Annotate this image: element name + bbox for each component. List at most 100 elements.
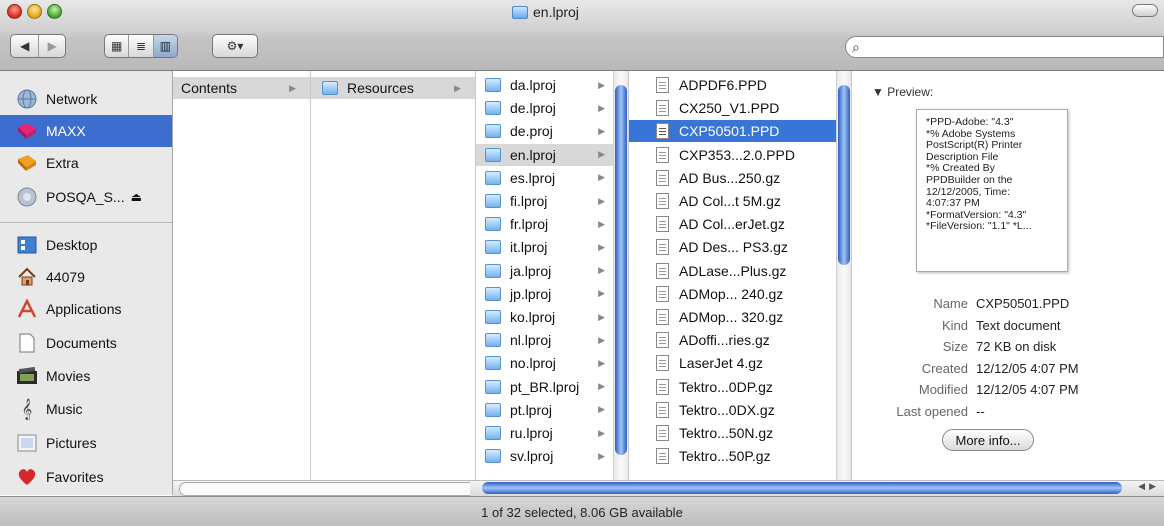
sidebar-item-desktop[interactable]: Desktop <box>0 229 172 261</box>
sidebar-item-music[interactable]: 𝄞 Music <box>0 393 172 425</box>
document-icon <box>653 309 671 326</box>
folder-row[interactable]: en.lproj ▶ <box>476 143 613 166</box>
sidebar-item-posqa[interactable]: POSQA_S... ⏏ <box>0 181 172 213</box>
view-mode-control: ▦ ≣ ▥ <box>104 34 178 58</box>
disclosure-arrow-icon: ▶ <box>598 218 605 229</box>
folder-row[interactable]: da.lproj ▶ <box>476 74 613 96</box>
file-row[interactable]: Tektro...50P.gz <box>629 445 836 467</box>
sidebar-divider <box>0 222 172 223</box>
eject-icon[interactable]: ⏏ <box>131 190 142 204</box>
info-row: Size 72 KB on disk <box>852 339 1164 361</box>
disclosure-arrow-icon: ▶ <box>598 334 605 345</box>
file-row[interactable]: ADMop... 240.gz <box>629 283 836 305</box>
sidebar-item-home[interactable]: 44079 <box>0 261 172 293</box>
sidebar-item-movies[interactable]: Movies <box>0 360 172 392</box>
folder-row[interactable]: fr.lproj ▶ <box>476 213 613 235</box>
pictures-icon <box>16 432 38 454</box>
folder-row[interactable]: de.proj ▶ <box>476 120 613 142</box>
folder-row[interactable]: nl.lproj ▶ <box>476 329 613 351</box>
toolbar-toggle-button[interactable] <box>1132 4 1158 17</box>
column-row[interactable]: Resources ▶ <box>311 77 475 99</box>
sidebar-item-favorites[interactable]: Favorites <box>0 461 172 493</box>
column-scrollbar[interactable] <box>836 71 851 480</box>
scroll-arrows-icon[interactable]: ◀▶ <box>1138 481 1160 492</box>
file-row[interactable]: AD Col...erJet.gz <box>629 213 836 235</box>
preview-text-line: PPDBuilder on the <box>926 174 1013 186</box>
minimize-button[interactable] <box>27 4 42 19</box>
folder-icon <box>484 216 502 233</box>
info-key: Modified <box>918 382 968 398</box>
sidebar-item-pictures[interactable]: Pictures <box>0 427 172 459</box>
column-view-button[interactable]: ▥ <box>153 35 177 57</box>
sidebar-item-maxx[interactable]: MAXX <box>0 115 172 147</box>
file-row[interactable]: LaserJet 4.gz <box>629 352 836 374</box>
disclosure-arrow-icon: ▶ <box>598 381 605 392</box>
folder-row[interactable]: no.lproj ▶ <box>476 352 613 374</box>
file-row[interactable]: AD Col...t 5M.gz <box>629 190 836 212</box>
column-files: Tektro...50P.gz Tektro...50N.gz Tektro...0… <box>629 71 852 480</box>
status-text: 1 of 32 selected, 8.06 GB available <box>481 504 683 520</box>
column-scrollbar[interactable] <box>613 71 628 480</box>
list-view-button[interactable]: ≣ <box>129 35 154 57</box>
sidebar-item-network[interactable]: Network <box>0 83 172 115</box>
preview-text-line: 12/12/2005, Time: <box>926 186 1011 198</box>
sidebar-item-extra[interactable]: Extra <box>0 147 172 179</box>
file-row[interactable]: AD Bus...250.gz <box>629 167 836 189</box>
scrollbar-thumb[interactable] <box>615 85 627 455</box>
sidebar-item-applications[interactable]: Applications <box>0 293 172 325</box>
file-row[interactable]: AD Des... PS3.gz <box>629 236 836 258</box>
folder-row[interactable]: jp.lproj ▶ <box>476 283 613 305</box>
column-localizations: sv.lproj ▶ ru.lproj ▶ pt.lproj ▶ pt_BR.lproj ▶ n… <box>476 71 629 480</box>
info-key: Created <box>921 360 968 376</box>
icon-view-button[interactable]: ▦ <box>105 35 130 57</box>
forward-button[interactable]: ▶ <box>39 35 65 57</box>
folder-icon <box>484 448 502 465</box>
document-icon <box>653 123 671 140</box>
file-row[interactable]: Tektro...50N.gz <box>629 422 836 444</box>
scrollbar-thumb[interactable] <box>482 482 1122 494</box>
scrollbar-thumb[interactable] <box>838 85 850 265</box>
disclosure-arrow-icon: ▶ <box>454 82 461 93</box>
file-row[interactable]: CXP50501.PPD <box>629 120 836 143</box>
column-contents: Contents ▶ <box>173 71 311 480</box>
column-row[interactable]: Contents ▶ <box>173 77 310 99</box>
folder-row[interactable]: ja.lproj ▶ <box>476 260 613 282</box>
folder-icon <box>484 401 502 418</box>
back-button[interactable]: ◀ <box>11 35 40 57</box>
document-icon <box>653 239 671 256</box>
close-button[interactable] <box>7 4 22 19</box>
sidebar-item-documents[interactable]: Documents <box>0 327 172 359</box>
action-menu-button[interactable]: ⚙▾ <box>212 34 258 58</box>
folder-row[interactable]: it.lproj ▶ <box>476 236 613 258</box>
folder-icon <box>321 80 339 97</box>
folder-row[interactable]: de.lproj ▶ <box>476 97 613 119</box>
back-forward-control: ◀ ▶ <box>10 34 66 58</box>
folder-icon <box>484 100 502 117</box>
file-row[interactable]: Tektro...0DX.gz <box>629 399 836 421</box>
documents-icon <box>16 332 38 354</box>
folder-row[interactable]: pt_BR.lproj ▶ <box>476 376 613 398</box>
search-field[interactable]: ⌕ <box>845 36 1164 58</box>
folder-row[interactable]: sv.lproj ▶ <box>476 445 613 467</box>
search-icon: ⌕ <box>852 39 860 55</box>
more-info-button[interactable]: More info... <box>942 429 1034 451</box>
file-row[interactable]: ADLase...Plus.gz <box>629 260 836 282</box>
file-row[interactable]: ADoffi...ries.gz <box>629 329 836 351</box>
horizontal-scrollbar[interactable]: ◀▶ <box>173 480 1164 496</box>
file-row[interactable]: ADMop... 320.gz <box>629 306 836 328</box>
folder-row[interactable]: ko.lproj ▶ <box>476 306 613 328</box>
folder-row[interactable]: fi.lproj ▶ <box>476 190 613 212</box>
sidebar: Network MAXX Extra POSQA_S... ⏏ Desktop … <box>0 71 173 495</box>
file-row[interactable]: CXP353...2.0.PPD <box>629 144 836 166</box>
file-row[interactable]: ADPDF6.PPD <box>629 74 836 96</box>
disclosure-arrow-icon: ▶ <box>289 82 296 93</box>
info-row: Name CXP50501.PPD <box>852 296 1164 318</box>
file-row[interactable]: CX250_V1.PPD <box>629 97 836 119</box>
folder-row[interactable]: pt.lproj ▶ <box>476 399 613 421</box>
zoom-button[interactable] <box>47 4 62 19</box>
file-row[interactable]: Tektro...0DP.gz <box>629 376 836 398</box>
folder-row[interactable]: es.lproj ▶ <box>476 167 613 189</box>
preview-label[interactable]: ▼ Preview: <box>872 85 933 99</box>
favorites-heart-icon <box>16 466 38 488</box>
folder-row[interactable]: ru.lproj ▶ <box>476 422 613 444</box>
